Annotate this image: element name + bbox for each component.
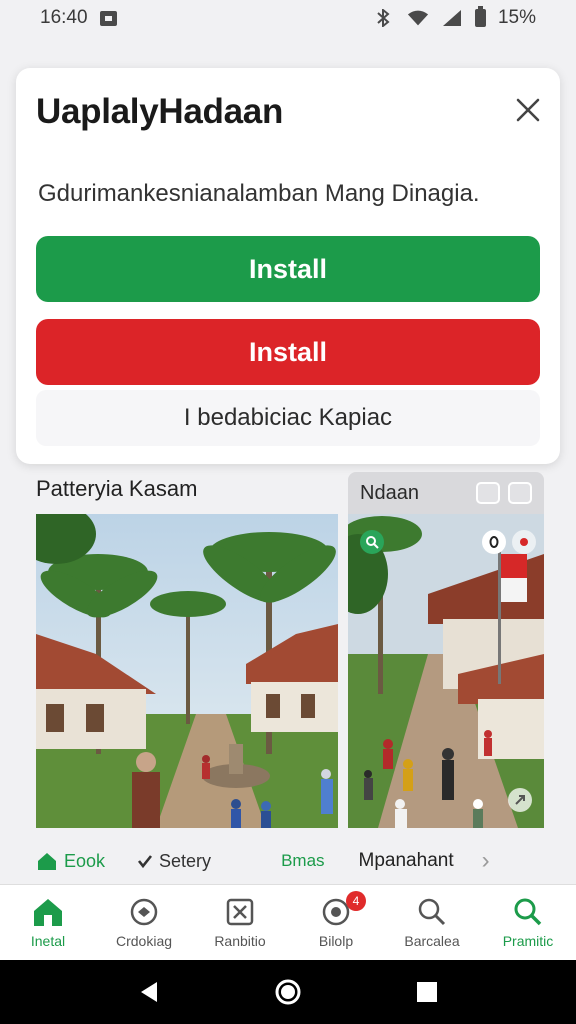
nav-item-crdokiag[interactable]: Crdokiag — [96, 885, 192, 960]
share-badge-icon[interactable] — [508, 788, 532, 812]
village-photo[interactable] — [36, 514, 338, 828]
nav-item-pramitic[interactable]: Pramitic — [480, 885, 576, 960]
battery-icon — [474, 6, 486, 27]
filter-chips: Eook Setery Bmas Mpanahant › — [36, 846, 548, 876]
street-photo[interactable] — [348, 514, 544, 828]
nav-item-bilolp[interactable]: 4 Bilolp — [288, 885, 384, 960]
install-button-primary[interactable]: Install — [36, 236, 540, 302]
nav-label: Inetal — [30, 933, 66, 949]
status-bar: 16:40 15% — [0, 0, 576, 36]
install-button-secondary[interactable]: Install — [36, 319, 540, 385]
battery-percent: 15% — [497, 7, 536, 28]
bottom-navigation: Inetal Crdokiag Ranbitio 4 Bilolp Barcal… — [0, 884, 576, 960]
recents-icon[interactable] — [407, 972, 447, 1012]
home-icon — [34, 899, 62, 926]
chip-mpanahant-label: Mpanahant — [358, 850, 454, 871]
notification-badge: 4 — [346, 891, 366, 911]
record-badge-icon[interactable] — [512, 530, 536, 554]
close-icon[interactable] — [514, 96, 542, 124]
bluetooth-icon — [377, 9, 390, 27]
system-navigation-bar — [0, 960, 576, 1024]
status-time: 16:40 — [40, 7, 88, 28]
gallery-title: Patteryia Kasam — [36, 476, 198, 501]
image-notification-icon — [99, 10, 117, 26]
chip-setery-label: Setery — [159, 850, 212, 871]
side-card-title: Ndaan — [360, 481, 419, 504]
nav-label: Bilolp — [318, 933, 354, 949]
dialog-title: UaplalyHadaan — [36, 92, 284, 131]
chip-book[interactable]: Eook — [36, 851, 105, 872]
search-icon — [418, 898, 446, 926]
chip-book-label: Eook — [64, 850, 106, 871]
chip-bmas-label: Bmas — [281, 851, 325, 870]
wifi-icon — [407, 10, 429, 26]
signal-icon — [442, 10, 461, 26]
sync-icon — [130, 898, 158, 926]
chip-setery[interactable]: Setery — [137, 851, 211, 872]
dialog-tertiary-button[interactable]: I bedabiciac Kapiac — [36, 390, 540, 446]
nav-item-ranbitio[interactable]: Ranbitio — [192, 885, 288, 960]
tools-icon — [226, 898, 254, 926]
nav-label: Ranbitio — [214, 933, 266, 949]
back-icon[interactable] — [129, 972, 169, 1012]
copy-icon[interactable] — [508, 482, 532, 504]
nav-label: Pramitic — [502, 933, 554, 949]
gallery-icon[interactable] — [476, 482, 500, 504]
chip-bmas[interactable]: Bmas — [281, 851, 324, 871]
nav-label: Barcalea — [404, 933, 460, 949]
zero-badge-icon[interactable] — [482, 530, 506, 554]
install-dialog: UaplalyHadaan Gdurimankesnianalamban Man… — [16, 68, 560, 464]
home-icon — [38, 853, 56, 870]
nav-item-barcalea[interactable]: Barcalea — [384, 885, 480, 960]
chip-mpanahant[interactable]: Mpanahant — [359, 850, 454, 872]
search-badge-icon[interactable] — [360, 530, 384, 554]
side-photo-card[interactable]: Ndaan — [348, 472, 544, 828]
check-icon — [138, 855, 153, 869]
home-button-icon[interactable] — [268, 972, 308, 1012]
nav-label: Crdokiag — [115, 933, 173, 949]
chevron-right-icon[interactable]: › — [482, 847, 490, 875]
dialog-message: Gdurimankesnianalamban Mang Dinagia. — [38, 180, 480, 207]
nav-item-install[interactable]: Inetal — [0, 885, 96, 960]
search-icon — [514, 898, 542, 926]
side-card-header: Ndaan — [348, 472, 544, 514]
